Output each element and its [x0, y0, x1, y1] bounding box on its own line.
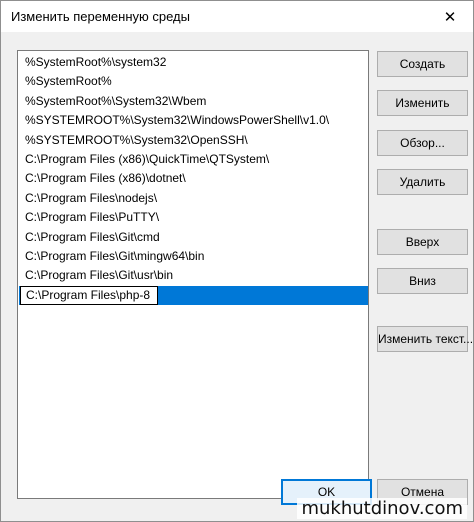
create-button[interactable]: Создать [377, 51, 468, 77]
list-item[interactable]: %SystemRoot%\System32\Wbem [19, 92, 368, 111]
list-item[interactable]: C:\Program Files\nodejs\ [19, 189, 368, 208]
edit-text-button[interactable]: Изменить текст... [377, 326, 473, 352]
list-item[interactable]: C:\Program Files\Git\mingw64\bin [19, 247, 368, 266]
list-item[interactable]: C:\Program Files (x86)\dotnet\ [19, 169, 368, 188]
path-edit-input[interactable]: C:\Program Files\php-8 [20, 285, 158, 305]
list-item[interactable]: %SYSTEMROOT%\System32\OpenSSH\ [19, 131, 368, 150]
title-bar: Изменить переменную среды ✕ [1, 1, 473, 32]
browse-button[interactable]: Обзор... [377, 130, 468, 156]
edit-env-variable-dialog: Изменить переменную среды ✕ %SystemRoot%… [0, 0, 474, 522]
list-item[interactable]: C:\Program Files\Git\usr\bin [19, 266, 368, 285]
edit-button[interactable]: Изменить [377, 90, 468, 116]
move-down-button[interactable]: Вниз [377, 268, 468, 294]
watermark: mukhutdinov.com [297, 498, 467, 519]
list-item[interactable]: %SYSTEMROOT%\System32\WindowsPowerShell\… [19, 111, 368, 130]
path-list[interactable]: %SystemRoot%\system32 %SystemRoot% %System… [17, 50, 369, 499]
list-item[interactable]: C:\Program Files\PuTTY\ [19, 208, 368, 227]
dialog-title: Изменить переменную среды [11, 9, 190, 24]
list-item-editing[interactable]: C:\Program Files\php-8 [19, 285, 368, 305]
list-item[interactable]: C:\Program Files (x86)\QuickTime\QTSyste… [19, 150, 368, 169]
close-icon[interactable]: ✕ [427, 1, 473, 32]
delete-button[interactable]: Удалить [377, 169, 468, 195]
list-item[interactable]: %SystemRoot%\system32 [19, 53, 368, 72]
list-item[interactable]: %SystemRoot% [19, 72, 368, 91]
list-item[interactable]: C:\Program Files\Git\cmd [19, 228, 368, 247]
move-up-button[interactable]: Вверх [377, 229, 468, 255]
